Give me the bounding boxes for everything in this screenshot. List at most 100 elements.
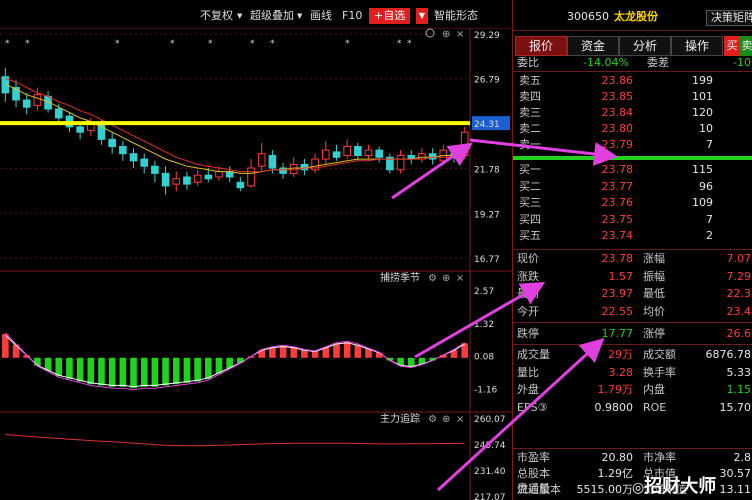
candle-body: [119, 146, 127, 155]
fq-dropdown[interactable]: 不复权: [200, 6, 233, 26]
order-ratio-value: -14.04%: [583, 56, 629, 69]
fundamentals-value: 20.80: [601, 451, 634, 464]
tab-analysis[interactable]: 分析: [619, 36, 671, 56]
event-marker: *: [250, 39, 255, 49]
quote-label: 最高: [517, 287, 539, 300]
candle-body: [204, 174, 213, 180]
main-axis-label: 21.78: [474, 165, 500, 175]
ind1-close-icon: ×: [456, 273, 464, 284]
candle-body: [33, 94, 42, 106]
ind1-bar: [204, 357, 212, 379]
ind1-bar: [301, 349, 308, 358]
ask-price: 23.86: [601, 74, 634, 87]
ind1-bar: [76, 357, 84, 382]
overlay-dropdown[interactable]: 超级叠加: [250, 6, 294, 26]
quote-panel: 300650 太龙股份 决策矩阵 报价 资金 分析 操作 买 卖 委比 -14.…: [512, 0, 752, 500]
event-marker: *: [345, 39, 350, 49]
ind1-bar: [194, 357, 201, 382]
quote-label: 今开: [517, 304, 539, 318]
ind2-axis-label: 260.07: [474, 415, 506, 425]
fundamentals-value: 1.29亿: [597, 467, 634, 480]
bid-volume: 109: [692, 196, 713, 209]
quote-label: 现价: [517, 252, 539, 265]
bid-volume: 115: [692, 163, 713, 176]
fq-chevron-icon[interactable]: ▼: [237, 6, 242, 26]
quote-label: 振幅: [643, 269, 665, 283]
event-marker: *: [270, 39, 275, 49]
event-marker: *: [5, 39, 10, 49]
candle-body: [321, 149, 330, 160]
ind1-bar: [162, 357, 169, 386]
order-diff-label: 委差: [647, 56, 669, 69]
ind2-axis-label: 217.07: [474, 493, 506, 500]
candle-body: [279, 167, 287, 174]
ind1-bar: [343, 341, 351, 358]
ask-volume: 10: [699, 122, 713, 135]
candle-body: [364, 149, 373, 156]
ind1-plus-icon: ⊕: [442, 273, 450, 284]
pattern-button[interactable]: 智能形态: [434, 6, 478, 26]
event-markers: * * * * * * * * * *: [5, 39, 412, 49]
ind1-axis-label: 2.57: [474, 287, 494, 297]
candle-body: [354, 146, 362, 156]
divider: [513, 71, 752, 72]
bid-price: 23.76: [601, 196, 634, 209]
candle-body: [247, 167, 255, 187]
candle-body: [108, 138, 116, 148]
f10-button[interactable]: F10: [342, 6, 362, 26]
bid-level-label: 买一: [519, 163, 541, 176]
kline-chart[interactable]: 29.29 26.79 24.31 21.78 19.27 16.77 2.57 1.32 0.…: [0, 28, 512, 500]
bid-level-label: 买五: [519, 229, 541, 242]
stats-label: 换手率: [643, 365, 676, 379]
quote-label: 涨幅: [643, 252, 665, 265]
ask-price: 23.80: [601, 122, 634, 135]
ind1-bar: [311, 351, 319, 358]
candle-body: [428, 153, 437, 160]
stats-value: 6876.78: [705, 348, 752, 361]
add-watchlist-button[interactable]: +自选: [369, 8, 411, 24]
fundamentals-label: 市盈率: [517, 451, 550, 464]
event-marker: *: [407, 39, 412, 49]
bid-volume: 7: [706, 212, 713, 226]
candle-body: [343, 146, 351, 156]
ind1-bar: [333, 343, 340, 358]
candle-body: [183, 176, 191, 185]
main-axis-label: 16.77: [474, 255, 500, 265]
quote-value: 23.4: [726, 304, 752, 318]
ind2-close-icon: ×: [456, 414, 464, 425]
ind1-axis-label: -1.16: [474, 385, 498, 395]
overlay-chevron-icon[interactable]: ▼: [297, 6, 302, 26]
candle-body: [375, 149, 384, 158]
tab-funds[interactable]: 资金: [567, 36, 619, 56]
fundamentals-label: 总股本: [517, 467, 550, 480]
quote-value: 22.3: [726, 287, 752, 300]
fundamentals-value: 2.8: [733, 451, 752, 464]
candle-body: [22, 99, 31, 108]
quote-value: 7.29: [726, 269, 752, 283]
buy-button[interactable]: 买: [724, 36, 740, 56]
decision-matrix-button[interactable]: 决策矩阵: [706, 10, 752, 26]
bid-level-label: 买三: [519, 196, 541, 209]
tab-operation[interactable]: 操作: [671, 36, 723, 56]
bid-price: 23.75: [601, 212, 634, 226]
candle-body: [236, 181, 245, 189]
candle-body: [54, 108, 63, 119]
chart-toolbar: 不复权 ▼ 超级叠加 ▼ 画线 F10 +自选 ▼ 智能形态: [0, 6, 512, 26]
sell-button[interactable]: 卖: [740, 36, 752, 56]
ask-volume: 7: [706, 138, 713, 151]
candle-body: [76, 126, 84, 133]
divider: [513, 344, 752, 345]
ind1-bar: [119, 357, 127, 387]
watchlist-dropdown-icon[interactable]: ▼: [416, 8, 428, 24]
candle-body: [161, 172, 170, 187]
tab-quote[interactable]: 报价: [515, 36, 567, 56]
candle-body: [151, 165, 159, 174]
draw-line-button[interactable]: 画线: [310, 6, 332, 26]
ind1-bar: [172, 357, 180, 385]
ind1-bar: [279, 345, 287, 358]
event-marker: *: [25, 39, 30, 49]
fundamentals-value: 5515.00万: [576, 483, 634, 496]
divider: [513, 249, 752, 250]
bid-price: 23.77: [601, 179, 634, 193]
settings-icon: [425, 28, 435, 38]
